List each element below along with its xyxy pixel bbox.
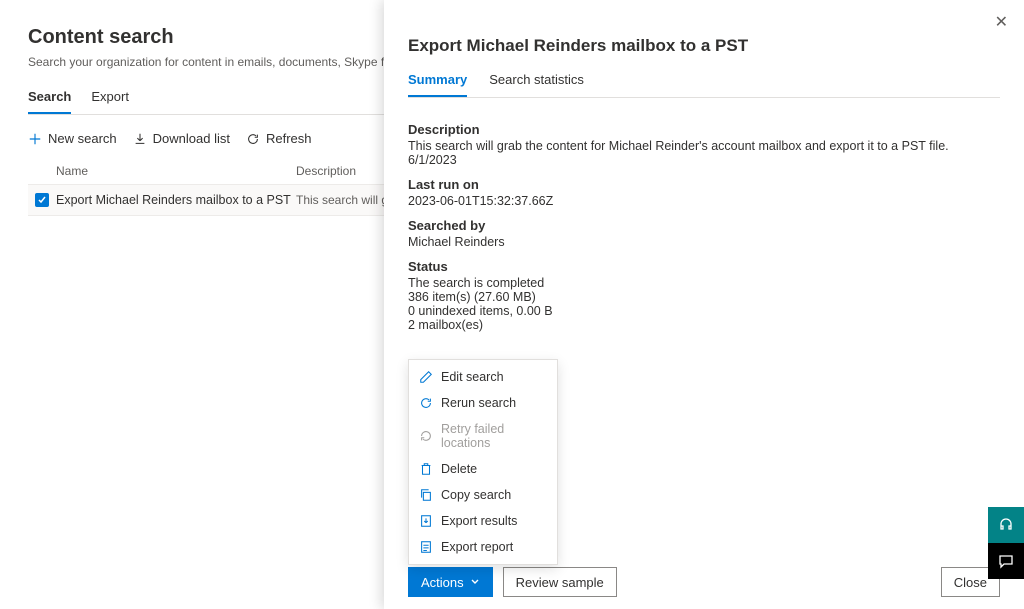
plus-icon [28, 132, 42, 146]
panel-tabs: Summary Search statistics [408, 70, 1000, 98]
tab-search-statistics[interactable]: Search statistics [489, 70, 584, 97]
th-description: Description [296, 164, 356, 178]
refresh-label: Refresh [266, 131, 312, 146]
feedback-icon [998, 553, 1014, 569]
tab-search[interactable]: Search [28, 85, 71, 114]
actions-menu: Edit search Rerun search Retry failed lo… [408, 359, 558, 565]
menu-copy-label: Copy search [441, 488, 511, 502]
row-checkbox[interactable] [35, 193, 49, 207]
searchedby-label: Searched by [408, 218, 1000, 233]
export-report-icon [419, 540, 433, 554]
close-icon[interactable]: ✕ [995, 12, 1008, 32]
chevron-down-icon [470, 577, 480, 587]
description-value: This search will grab the content for Mi… [408, 139, 1000, 167]
menu-retry-label: Retry failed locations [441, 422, 547, 450]
panel-title: Export Michael Reinders mailbox to a PST [408, 36, 1000, 56]
menu-edit-search[interactable]: Edit search [409, 364, 557, 390]
rerun-icon [419, 396, 433, 410]
status-line-1: The search is completed [408, 276, 1000, 290]
menu-export-results[interactable]: Export results [409, 508, 557, 534]
menu-retry-failed: Retry failed locations [409, 416, 557, 456]
actions-button[interactable]: Actions [408, 567, 493, 597]
searchedby-value: Michael Reinders [408, 235, 1000, 249]
row-name: Export Michael Reinders mailbox to a PST [56, 193, 296, 207]
actions-label: Actions [421, 575, 464, 590]
menu-rerun-search[interactable]: Rerun search [409, 390, 557, 416]
status-line-2: 386 item(s) (27.60 MB) [408, 290, 1000, 304]
status-line-3: 0 unindexed items, 0.00 B [408, 304, 1000, 318]
feedback-button[interactable] [988, 543, 1024, 579]
review-sample-button[interactable]: Review sample [503, 567, 617, 597]
download-list-button[interactable]: Download list [133, 131, 230, 146]
menu-delete-label: Delete [441, 462, 477, 476]
download-icon [133, 132, 147, 146]
close-label: Close [954, 575, 987, 590]
description-label: Description [408, 122, 1000, 137]
export-results-icon [419, 514, 433, 528]
lastrun-label: Last run on [408, 177, 1000, 192]
review-sample-label: Review sample [516, 575, 604, 590]
refresh-button[interactable]: Refresh [246, 131, 312, 146]
lastrun-value: 2023-06-01T15:32:37.66Z [408, 194, 1000, 208]
tab-summary[interactable]: Summary [408, 70, 467, 97]
new-search-button[interactable]: New search [28, 131, 117, 146]
menu-delete[interactable]: Delete [409, 456, 557, 482]
th-name: Name [56, 164, 296, 178]
menu-export-results-label: Export results [441, 514, 517, 528]
menu-copy-search[interactable]: Copy search [409, 482, 557, 508]
th-check [28, 164, 56, 178]
check-icon [37, 195, 47, 205]
tab-export[interactable]: Export [91, 85, 129, 114]
status-values: The search is completed 386 item(s) (27.… [408, 276, 1000, 332]
side-buttons [988, 507, 1024, 579]
menu-export-report[interactable]: Export report [409, 534, 557, 560]
retry-icon [419, 429, 433, 443]
pencil-icon [419, 370, 433, 384]
row-checkbox-cell [28, 193, 56, 207]
menu-edit-label: Edit search [441, 370, 504, 384]
trash-icon [419, 462, 433, 476]
details-panel: ✕ Export Michael Reinders mailbox to a P… [384, 0, 1024, 609]
headset-icon [998, 517, 1014, 533]
status-label: Status [408, 259, 1000, 274]
help-button[interactable] [988, 507, 1024, 543]
menu-export-report-label: Export report [441, 540, 513, 554]
refresh-icon [246, 132, 260, 146]
copy-icon [419, 488, 433, 502]
download-list-label: Download list [153, 131, 230, 146]
menu-rerun-label: Rerun search [441, 396, 516, 410]
status-line-4: 2 mailbox(es) [408, 318, 1000, 332]
new-search-label: New search [48, 131, 117, 146]
page-root: Content search Search your organization … [0, 0, 1024, 609]
